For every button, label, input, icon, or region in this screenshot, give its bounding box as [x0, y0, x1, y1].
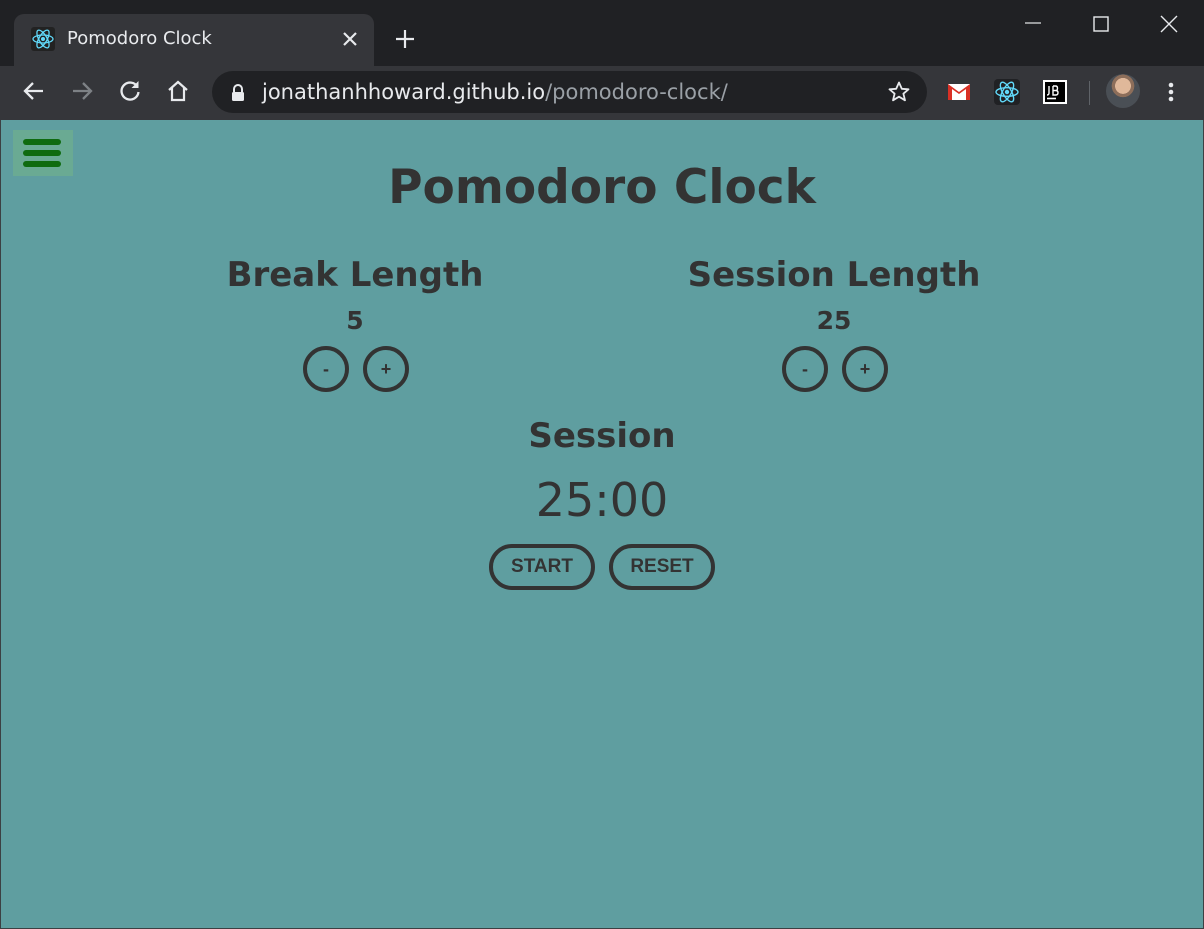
- tab-title: Pomodoro Clock: [67, 28, 212, 49]
- break-label: Break Length: [226, 255, 484, 295]
- page-content: Pomodoro Clock Break Length 5 - + Sessio…: [1, 120, 1203, 928]
- close-tab-icon[interactable]: [338, 27, 362, 51]
- url-path: /pomodoro-clock/: [545, 80, 728, 104]
- menu-bar: [23, 139, 61, 145]
- session-length-value: 25: [816, 306, 852, 335]
- session-decrement-button[interactable]: -: [782, 346, 828, 392]
- menu-bar: [23, 150, 61, 156]
- minimize-icon[interactable]: [1021, 12, 1045, 36]
- back-icon[interactable]: [21, 78, 47, 104]
- tab-strip: Pomodoro Clock: [0, 0, 1204, 66]
- window-frame: [0, 120, 1, 929]
- break-controls: - +: [175, 346, 535, 394]
- session-panel: Session Length 25 - +: [654, 252, 1014, 394]
- active-tab[interactable]: Pomodoro Clock: [14, 14, 374, 66]
- react-devtools-icon[interactable]: [994, 79, 1020, 105]
- reload-icon[interactable]: [117, 78, 143, 104]
- home-icon[interactable]: [165, 78, 191, 104]
- toolbar-divider: [1089, 81, 1090, 105]
- break-panel: Break Length 5 - +: [175, 252, 535, 394]
- url-host: jonathanhhoward.github.io: [262, 80, 546, 104]
- break-length-value: 5: [346, 306, 364, 335]
- session-controls: - +: [654, 346, 1014, 394]
- timer-display: 25:00: [535, 473, 669, 527]
- maximize-icon[interactable]: [1089, 12, 1113, 36]
- profile-avatar[interactable]: [1106, 74, 1140, 108]
- forward-icon[interactable]: [69, 78, 95, 104]
- timer-label: Session: [528, 416, 676, 456]
- url-text[interactable]: jonathanhhoward.github.io/pomodoro-clock…: [262, 80, 728, 104]
- session-increment-button[interactable]: +: [842, 346, 888, 392]
- gmail-icon[interactable]: [946, 79, 972, 105]
- address-bar[interactable]: jonathanhhoward.github.io/pomodoro-clock…: [212, 71, 927, 113]
- bookmark-star-icon[interactable]: [887, 80, 911, 104]
- page-title: Pomodoro Clock: [388, 160, 816, 215]
- new-tab-icon[interactable]: [393, 27, 417, 51]
- break-decrement-button[interactable]: -: [303, 346, 349, 392]
- lock-icon[interactable]: [230, 84, 246, 102]
- more-menu-icon[interactable]: [1158, 79, 1184, 105]
- browser-toolbar: jonathanhhoward.github.io/pomodoro-clock…: [0, 66, 1204, 120]
- react-icon: [31, 27, 55, 51]
- reset-button[interactable]: RESET: [609, 544, 715, 590]
- jetbrains-icon[interactable]: [1042, 79, 1068, 105]
- close-window-icon[interactable]: [1157, 12, 1181, 36]
- start-button[interactable]: START: [489, 544, 595, 590]
- break-increment-button[interactable]: +: [363, 346, 409, 392]
- session-length-label: Session Length: [687, 255, 981, 295]
